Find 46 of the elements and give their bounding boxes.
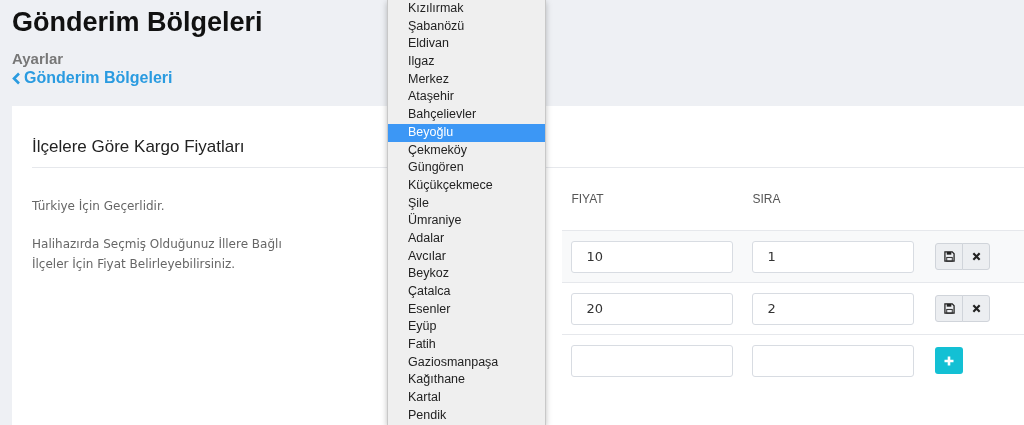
dropdown-option[interactable]: Beykoz xyxy=(388,265,545,283)
dropdown-option[interactable]: Ilgaz xyxy=(388,53,545,71)
dropdown-option[interactable]: Çekmeköy xyxy=(388,141,545,160)
save-button[interactable] xyxy=(935,295,964,322)
order-field[interactable]: 2 xyxy=(752,292,915,325)
dropdown-option[interactable]: Şabanözü xyxy=(388,17,545,36)
delete-button[interactable] xyxy=(962,295,991,322)
card-title: İlçelere Göre Kargo Fiyatları xyxy=(32,137,245,157)
dropdown-option[interactable]: Şile xyxy=(388,194,545,213)
dropdown-option[interactable]: Güngören xyxy=(388,159,545,177)
dropdown-option[interactable]: Esenler xyxy=(388,300,545,319)
save-button[interactable] xyxy=(935,243,964,270)
page-title: Gönderim Bölgeleri xyxy=(12,6,263,39)
dropdown-option[interactable]: Avcılar xyxy=(388,247,545,266)
dropdown-option[interactable]: Ümraniye xyxy=(388,212,545,230)
save-icon xyxy=(943,303,955,314)
close-icon xyxy=(971,252,981,261)
price-field[interactable]: 10 xyxy=(571,240,734,273)
dropdown-option[interactable]: Bahçelievler xyxy=(388,106,545,124)
price-field[interactable] xyxy=(571,344,734,377)
chevron-left-icon xyxy=(12,71,21,85)
dropdown-option[interactable]: Küçükçekmece xyxy=(388,176,545,195)
column-header: SIRA xyxy=(752,192,782,206)
dropdown-option[interactable]: Eyüp xyxy=(388,318,545,337)
dropdown-option[interactable]: Gaziosmanpaşa xyxy=(388,353,545,372)
order-field[interactable] xyxy=(752,344,915,377)
description-text: Halihazırda Seçmiş Olduğunuz İllere Bağlı İlçeler İçin Fiyat Belirleyebilirsiniz. xyxy=(32,236,283,273)
dropdown-option[interactable]: Kızılırmak xyxy=(388,0,545,18)
dropdown-option[interactable]: Eldivan xyxy=(388,35,545,54)
close-icon xyxy=(971,304,981,313)
column-header: FIYAT xyxy=(571,192,605,206)
dropdown-option[interactable]: Çatalca xyxy=(388,283,545,301)
save-icon xyxy=(943,251,955,262)
dropdown-option[interactable]: Ataşehir xyxy=(388,88,545,107)
dropdown-option[interactable]: Pendik xyxy=(388,406,545,425)
dropdown-option[interactable]: Fatih xyxy=(388,336,545,354)
plus-icon xyxy=(944,355,955,366)
order-field[interactable]: 1 xyxy=(752,240,915,273)
delete-button[interactable] xyxy=(962,243,991,270)
dropdown-option[interactable]: Kartal xyxy=(388,389,545,407)
dropdown-option[interactable]: Kağıthane xyxy=(388,371,545,390)
price-field[interactable]: 20 xyxy=(571,292,734,325)
dropdown-option[interactable]: Adalar xyxy=(388,229,545,248)
dropdown-option[interactable]: Merkez xyxy=(388,70,545,89)
breadcrumb: Ayarlar xyxy=(12,50,64,68)
description-text: Türkiye İçin Geçerlidir. xyxy=(32,198,166,215)
